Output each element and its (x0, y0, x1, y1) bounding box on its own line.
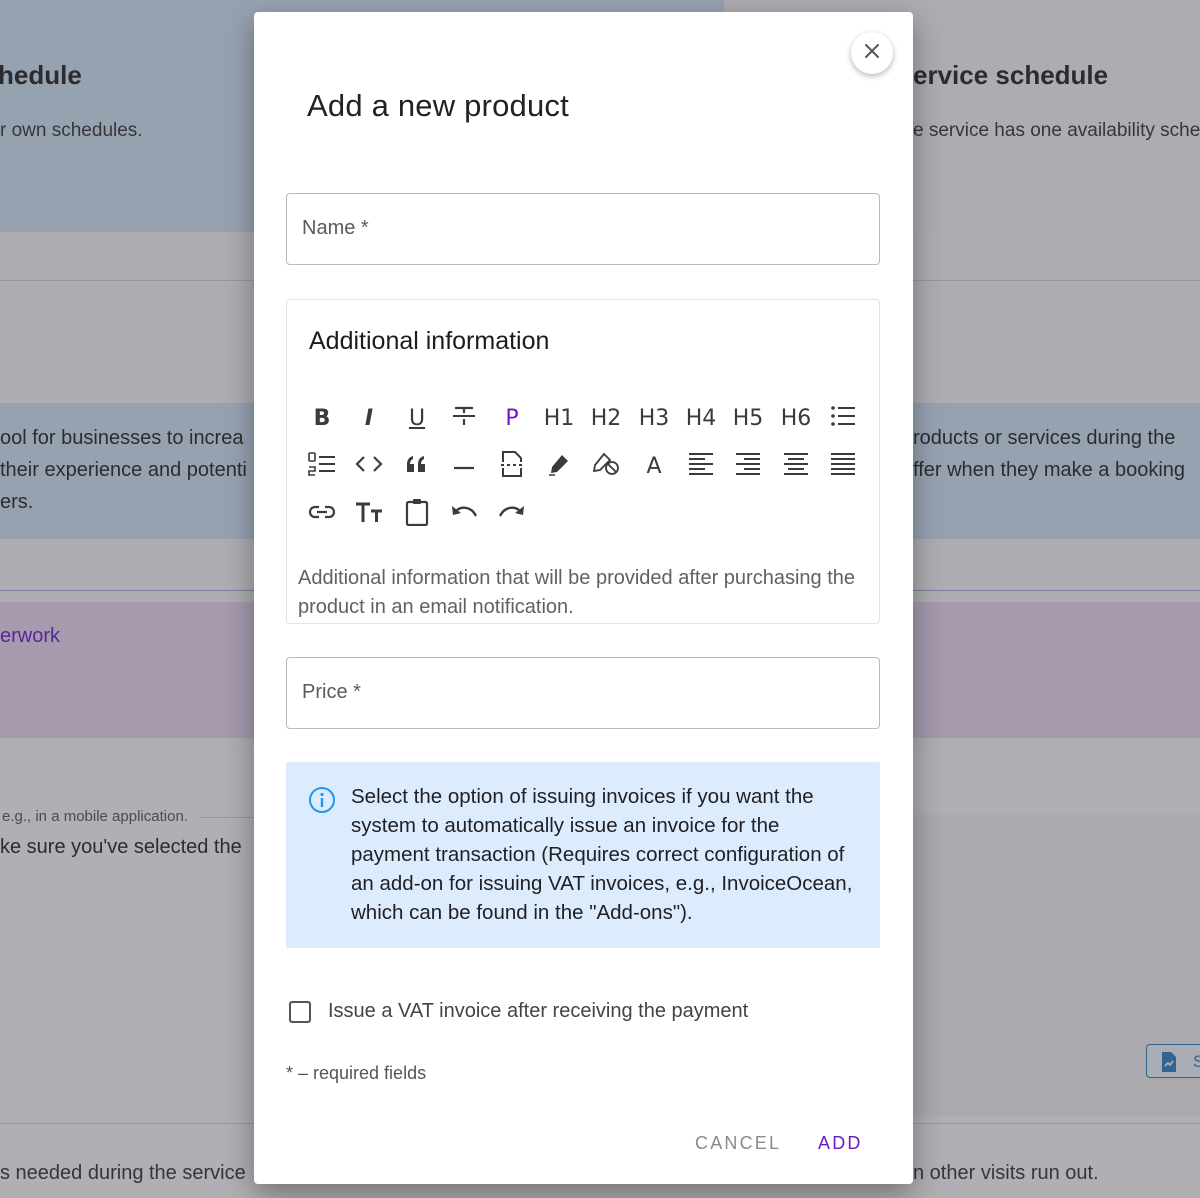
highlight-button[interactable] (539, 446, 579, 486)
italic-button[interactable]: I (349, 398, 389, 438)
required-fields-note: * – required fields (286, 1063, 427, 1083)
align-right-button[interactable] (728, 446, 768, 486)
add-button[interactable]: ADD (818, 1133, 863, 1154)
name-field[interactable]: Name * (286, 193, 880, 265)
horizontal-rule-button[interactable] (444, 446, 484, 486)
page-break-icon (500, 450, 524, 483)
align-center-button[interactable] (776, 446, 816, 486)
link-button[interactable] (302, 494, 342, 534)
dialog-title: Add a new product (307, 88, 569, 123)
font-size-icon (355, 501, 383, 528)
bullet-list-icon (830, 405, 856, 432)
underline-icon: U (408, 405, 426, 431)
align-center-icon (783, 452, 809, 481)
price-field-label: Price * (302, 681, 361, 703)
page-break-button[interactable] (492, 446, 532, 486)
strikethrough-icon (451, 404, 477, 433)
paragraph-icon: P (505, 405, 519, 431)
editor-placeholder[interactable]: Additional information that will be prov… (298, 564, 858, 622)
h6-button[interactable]: H6 (776, 398, 816, 438)
h4-icon: H4 (685, 405, 717, 431)
close-icon (864, 43, 880, 64)
h1-icon: H1 (543, 405, 575, 431)
redo-icon (498, 503, 526, 526)
h3-button[interactable]: H3 (634, 398, 674, 438)
editor-title: Additional information (309, 327, 550, 355)
clipboard-icon (405, 498, 429, 531)
bold-icon: B (313, 405, 331, 431)
blockquote-button[interactable] (397, 446, 437, 486)
info-text: Select the option of issuing invoices if… (351, 785, 853, 924)
ordered-list-icon (308, 451, 336, 481)
h1-button[interactable]: H1 (539, 398, 579, 438)
name-field-label: Name * (302, 217, 369, 239)
font-size-button[interactable] (349, 494, 389, 534)
h4-button[interactable]: H4 (681, 398, 721, 438)
align-right-icon (735, 452, 761, 481)
undo-button[interactable] (444, 494, 484, 534)
vat-invoice-checkbox[interactable] (289, 1001, 311, 1023)
h2-button[interactable]: H2 (586, 398, 626, 438)
font-color-button[interactable]: A (634, 446, 674, 486)
paragraph-button[interactable]: P (492, 398, 532, 438)
font-color-icon: A (646, 453, 662, 479)
code-icon (355, 454, 383, 479)
strikethrough-button[interactable] (444, 398, 484, 438)
undo-icon (450, 503, 478, 526)
align-left-button[interactable] (681, 446, 721, 486)
horizontal-rule-icon (453, 457, 475, 475)
cancel-button[interactable]: CANCEL (695, 1133, 781, 1154)
h5-button[interactable]: H5 (728, 398, 768, 438)
align-justify-icon (830, 452, 856, 481)
quote-icon (406, 455, 428, 477)
code-button[interactable] (349, 446, 389, 486)
paste-button[interactable] (397, 494, 437, 534)
underline-button[interactable]: U (397, 398, 437, 438)
italic-icon: I (364, 405, 374, 431)
info-icon (308, 786, 336, 814)
redo-button[interactable] (492, 494, 532, 534)
additional-info-editor: Additional information B I U P H1 H2 H3 … (286, 299, 880, 624)
invoice-info-alert: Select the option of issuing invoices if… (286, 762, 880, 948)
pen-icon (547, 452, 571, 481)
clear-format-button[interactable] (586, 446, 626, 486)
ordered-list-button[interactable] (302, 446, 342, 486)
close-button[interactable] (851, 32, 893, 74)
vat-invoice-checkbox-label[interactable]: Issue a VAT invoice after receiving the … (328, 1000, 748, 1023)
link-icon (308, 504, 336, 525)
h2-icon: H2 (590, 405, 622, 431)
h6-icon: H6 (780, 405, 812, 431)
bold-button[interactable]: B (302, 398, 342, 438)
align-justify-button[interactable] (823, 446, 863, 486)
bullet-list-button[interactable] (823, 398, 863, 438)
h3-icon: H3 (638, 405, 670, 431)
h5-icon: H5 (732, 405, 764, 431)
align-left-icon (688, 452, 714, 481)
clear-format-icon (592, 452, 620, 481)
price-field[interactable]: Price * (286, 657, 880, 729)
